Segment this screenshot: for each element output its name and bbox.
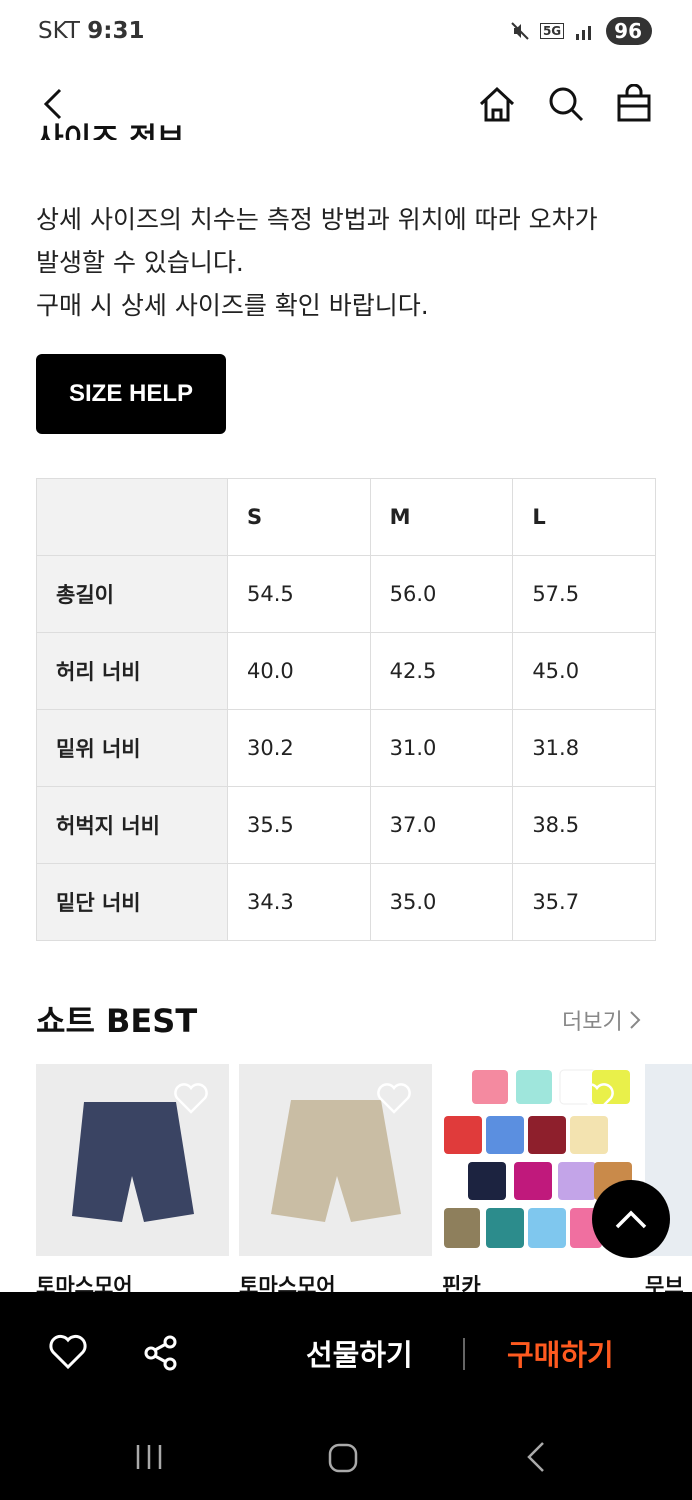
- signal-icon: [576, 26, 592, 40]
- row-label: 허벅지 너비: [36, 786, 228, 864]
- notice-line: 구매 시 상세 사이즈를 확인 바랍니다.: [36, 291, 429, 320]
- battery-level: 96: [614, 19, 642, 43]
- table-cell: 35.0: [369, 863, 514, 941]
- row-label: 총길이: [36, 555, 228, 633]
- table-cell: 40.0: [227, 632, 371, 710]
- header-cell: M: [369, 478, 514, 556]
- home-nav-icon[interactable]: [327, 1442, 359, 1474]
- product-card[interactable]: [239, 1064, 432, 1256]
- table-row: 허리 너비 40.0 42.5 45.0: [36, 632, 656, 710]
- table-row: 허벅지 너비 35.5 37.0 38.5: [36, 786, 656, 864]
- row-label: 밑단 너비: [36, 863, 228, 941]
- table-cell: 35.5: [227, 786, 371, 864]
- best-section-title: 쇼트 BEST: [36, 1002, 198, 1040]
- header-cell: S: [227, 478, 371, 556]
- size-table-header: S M L: [36, 478, 656, 556]
- table-cell: 56.0: [369, 555, 514, 633]
- recent-apps-icon[interactable]: [134, 1442, 164, 1472]
- status-icons: 5G 96: [510, 17, 652, 45]
- table-cell: 31.0: [369, 709, 514, 787]
- product-name: 토마스모어: [239, 1274, 336, 1292]
- table-cell: 57.5: [512, 555, 656, 633]
- battery-badge: 96: [606, 17, 652, 45]
- scroll-top-button[interactable]: [592, 1180, 670, 1258]
- heart-icon[interactable]: [173, 1082, 209, 1114]
- mute-icon: [511, 22, 529, 40]
- size-notice: 상세 사이즈의 치수는 측정 방법과 위치에 따라 오차가 발생할 수 있습니다…: [36, 198, 666, 327]
- row-label: 밑위 너비: [36, 709, 228, 787]
- table-row: 밑단 너비 34.3 35.0 35.7: [36, 863, 656, 941]
- header-cell: [36, 478, 228, 556]
- notice-line: 상세 사이즈의 치수는 측정 방법과 위치에 따라 오차가: [36, 205, 598, 234]
- carrier-time: SKT 9:31: [38, 18, 144, 44]
- product-name: 핀카: [442, 1274, 481, 1292]
- carrier: SKT: [38, 18, 80, 44]
- gift-button[interactable]: 선물하기: [306, 1332, 413, 1374]
- table-cell: 54.5: [227, 555, 371, 633]
- header-cell: L: [512, 478, 656, 556]
- heart-icon[interactable]: [48, 1334, 88, 1370]
- product-card[interactable]: [36, 1064, 229, 1256]
- back-nav-icon[interactable]: [525, 1440, 547, 1474]
- divider: [463, 1338, 465, 1370]
- table-cell: 38.5: [512, 786, 656, 864]
- notice-line: 발생할 수 있습니다.: [36, 248, 244, 277]
- table-cell: 34.3: [227, 863, 371, 941]
- product-name: 토마스모어: [36, 1274, 133, 1292]
- table-row: 총길이 54.5 56.0 57.5: [36, 555, 656, 633]
- buy-button[interactable]: 구매하기: [507, 1332, 614, 1374]
- table-row: 밑위 너비 30.2 31.0 31.8: [36, 709, 656, 787]
- more-link[interactable]: 더보기: [562, 1004, 641, 1036]
- heart-icon[interactable]: [376, 1082, 412, 1114]
- network-label: 5G: [539, 23, 565, 39]
- home-icon[interactable]: [477, 84, 517, 124]
- table-cell: 31.8: [512, 709, 656, 787]
- size-info-heading: 사이즈 정보: [36, 122, 185, 140]
- size-table: S M L 총길이 54.5 56.0 57.5 허리 너비 40.0 42.5…: [36, 478, 656, 941]
- search-icon[interactable]: [546, 84, 586, 124]
- heart-icon[interactable]: [579, 1082, 615, 1114]
- row-label: 허리 너비: [36, 632, 228, 710]
- more-label: 더보기: [562, 1010, 623, 1035]
- chevron-right-icon: [630, 1011, 641, 1029]
- table-cell: 37.0: [369, 786, 514, 864]
- table-cell: 45.0: [512, 632, 656, 710]
- product-name: 무브웍: [645, 1274, 684, 1292]
- size-help-button[interactable]: SIZE HELP: [36, 354, 226, 434]
- table-cell: 35.7: [512, 863, 656, 941]
- table-cell: 42.5: [369, 632, 514, 710]
- clock: 9:31: [87, 18, 145, 44]
- status-bar: SKT 9:31 5G 96: [0, 0, 692, 64]
- scroll-top-icon: [615, 1210, 647, 1229]
- table-cell: 30.2: [227, 709, 371, 787]
- bag-icon[interactable]: [615, 84, 655, 124]
- share-icon[interactable]: [142, 1334, 180, 1372]
